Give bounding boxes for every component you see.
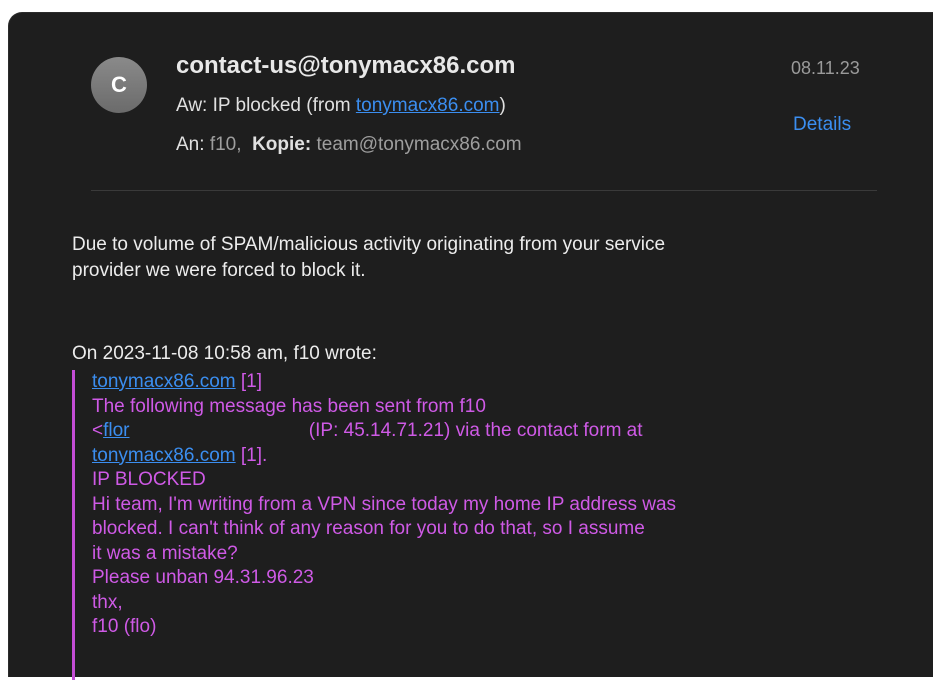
- quoted-message: tonymacx86.com [1] The following message…: [72, 370, 676, 680]
- to-value[interactable]: f10,: [210, 134, 242, 155]
- subject-suffix: ): [499, 95, 506, 116]
- to-label: An:: [176, 134, 205, 155]
- body-line: provider we were forced to block it.: [72, 260, 366, 281]
- message-date: 08.11.23: [791, 58, 860, 78]
- body-line: Due to volume of SPAM/malicious activity…: [72, 234, 666, 255]
- quote-line: it was a mistake?: [92, 542, 238, 564]
- quote-ref: [1]: [235, 371, 263, 392]
- subject-link[interactable]: tonymacx86.com: [356, 95, 500, 116]
- quote-line: f10 (flo): [92, 616, 157, 637]
- quote-link[interactable]: tonymacx86.com: [92, 371, 236, 392]
- subject-prefix: Aw: IP blocked (from: [176, 95, 356, 116]
- quote-bracket: <: [92, 420, 104, 441]
- quote-line: tonymacx86.com [1]: [92, 370, 676, 395]
- avatar: C: [91, 57, 147, 113]
- cc-label: Kopie:: [252, 134, 312, 155]
- redaction: [129, 423, 304, 438]
- quote-line: thx,: [92, 591, 123, 613]
- quote-email-link[interactable]: flor: [103, 420, 129, 441]
- header-divider: [91, 190, 877, 191]
- quote-line: IP BLOCKED: [92, 469, 206, 490]
- message-body: Due to volume of SPAM/malicious activity…: [72, 232, 852, 284]
- quote-line: The following message has been sent from…: [92, 395, 486, 417]
- quote-ref: [1].: [235, 444, 268, 466]
- cc-value[interactable]: team@tonymacx86.com: [316, 134, 521, 155]
- quote-ip-text: (IP: 45.14.71.21) via the contact form a…: [308, 420, 643, 441]
- quote-line: Hi team, I'm writing from a VPN since to…: [92, 493, 677, 515]
- recipients-line: An: f10, Kopie: team@tonymacx86.com: [176, 134, 522, 156]
- quote-line: tonymacx86.com [1].: [92, 444, 676, 469]
- quote-line: <flor (IP: 45.14.71.21) via the contact …: [92, 419, 676, 444]
- quote-line: Please unban 94.31.96.23: [92, 567, 314, 588]
- details-button[interactable]: Details: [793, 114, 851, 136]
- quote-link[interactable]: tonymacx86.com: [92, 445, 236, 466]
- quote-intro: On 2023-11-08 10:58 am, f10 wrote:: [72, 343, 377, 364]
- sender-address: contact-us@tonymacx86.com: [176, 52, 516, 79]
- quote-line: blocked. I can't think of any reason for…: [92, 518, 645, 539]
- subject-line: Aw: IP blocked (from tonymacx86.com): [176, 95, 506, 117]
